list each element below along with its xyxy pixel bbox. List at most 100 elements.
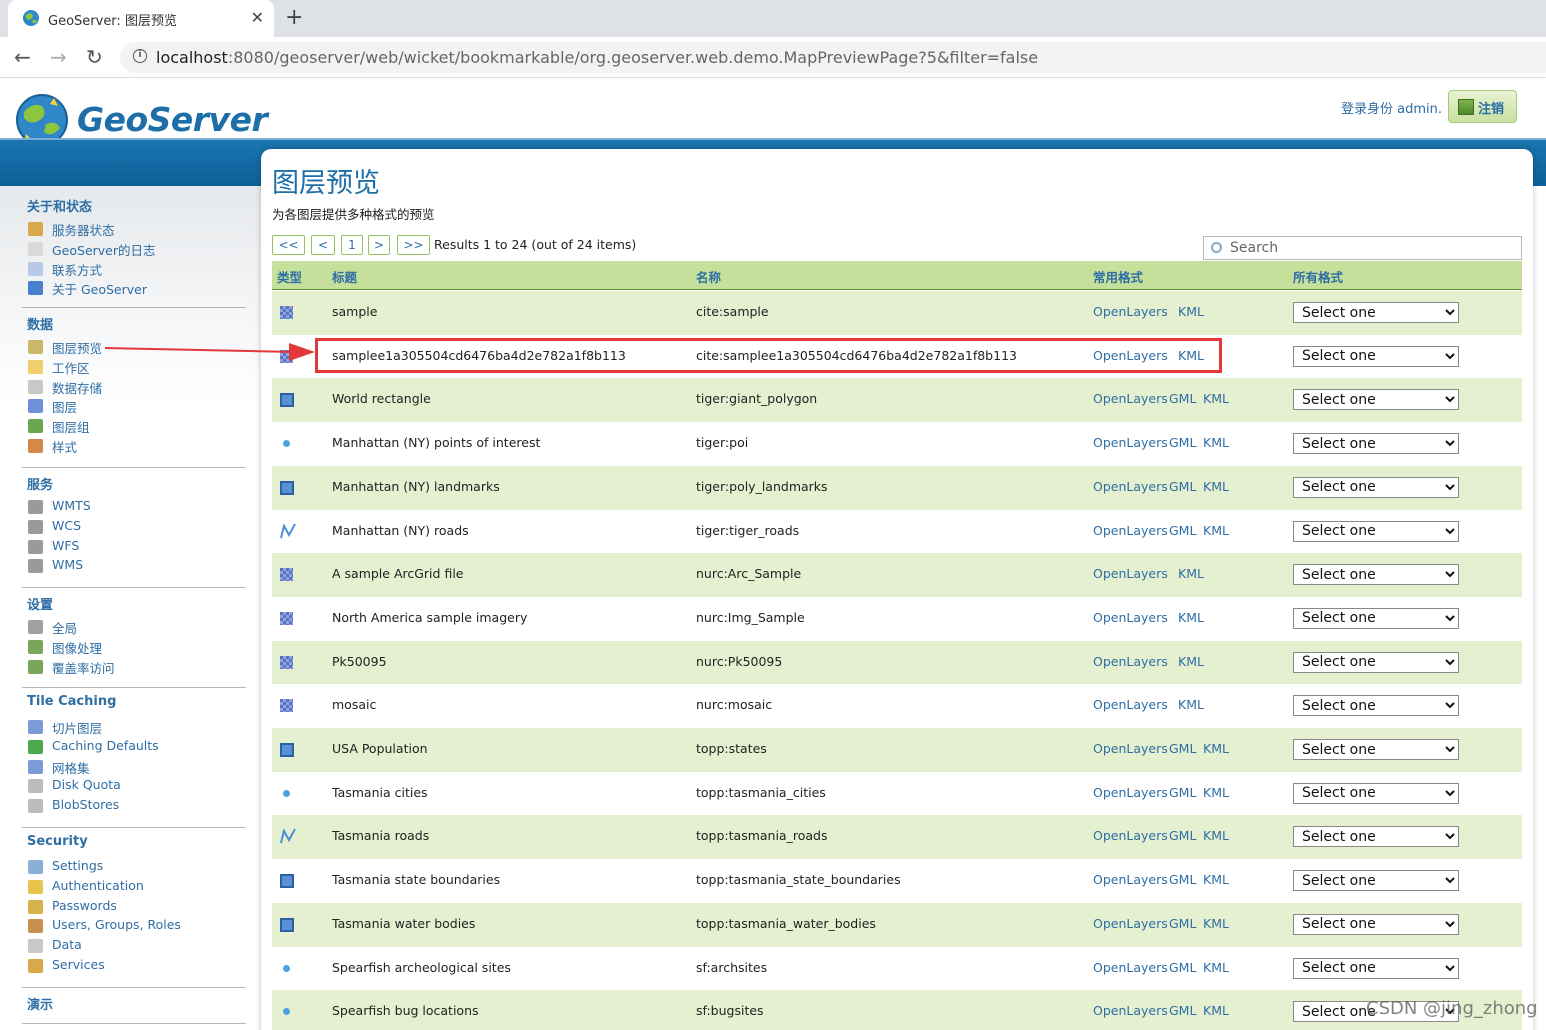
all-formats-select[interactable]: Select one xyxy=(1293,651,1459,673)
layer-title: mosaic xyxy=(332,697,377,713)
format-link-openlayers[interactable]: OpenLayers xyxy=(1093,697,1168,712)
all-formats-select[interactable]: Select one xyxy=(1293,520,1459,542)
format-link-openlayers[interactable]: OpenLayers xyxy=(1093,828,1168,843)
wmts-icon xyxy=(28,500,43,514)
image-processing-icon xyxy=(28,639,43,654)
all-formats-select[interactable]: Select one xyxy=(1293,476,1459,498)
reload-icon[interactable]: ↻ xyxy=(86,45,103,69)
all-formats-select[interactable]: Select one xyxy=(1293,695,1459,717)
sidebar-item-label: WMTS xyxy=(52,498,91,513)
polygon-layer-icon xyxy=(280,743,294,757)
format-link-kml[interactable]: KML xyxy=(1178,304,1204,319)
format-link-gml[interactable]: GML xyxy=(1169,1003,1196,1018)
format-link-gml[interactable]: GML xyxy=(1169,828,1196,843)
all-formats-select[interactable]: Select one xyxy=(1293,739,1459,760)
format-link-openlayers[interactable]: OpenLayers xyxy=(1093,654,1168,669)
all-formats-select[interactable]: Select one xyxy=(1293,826,1459,848)
format-link-kml[interactable]: KML xyxy=(1203,741,1229,756)
all-formats-select[interactable]: Select one xyxy=(1293,564,1459,586)
layer-title: Spearfish archeological sites xyxy=(332,959,511,975)
format-link-kml[interactable]: KML xyxy=(1178,566,1204,581)
format-link-kml[interactable]: KML xyxy=(1203,435,1229,450)
format-link-gml[interactable]: GML xyxy=(1169,479,1196,494)
address-bar[interactable]: i localhost:8080/geoserver/web/wicket/bo… xyxy=(120,42,1546,73)
format-link-openlayers[interactable]: OpenLayers xyxy=(1093,960,1168,975)
close-tab-icon[interactable]: ✕ xyxy=(251,8,264,27)
site-info-icon[interactable]: i xyxy=(133,49,147,63)
col-name[interactable]: 名称 xyxy=(696,267,721,286)
all-formats-select[interactable]: Select one xyxy=(1293,345,1459,367)
format-link-openlayers[interactable]: OpenLayers xyxy=(1093,479,1168,494)
sidebar-section-title: 关于和状态 xyxy=(27,200,93,215)
browser-tab[interactable]: GeoServer: 图层预览 ✕ xyxy=(8,0,274,37)
logout-icon xyxy=(1458,99,1474,115)
all-formats-select[interactable]: Select one xyxy=(1293,957,1459,979)
format-link-gml[interactable]: GML xyxy=(1169,391,1196,406)
all-formats-select[interactable]: Select one xyxy=(1293,607,1459,629)
search-input[interactable] xyxy=(1230,239,1510,257)
format-link-gml[interactable]: GML xyxy=(1169,785,1196,800)
about-icon xyxy=(28,281,43,296)
format-link-openlayers[interactable]: OpenLayers xyxy=(1093,785,1168,800)
sidebar-item-label: Data xyxy=(52,937,82,953)
format-link-kml[interactable]: KML xyxy=(1203,1003,1229,1018)
format-link-openlayers[interactable]: OpenLayers xyxy=(1093,916,1168,931)
format-link-kml[interactable]: KML xyxy=(1178,654,1204,669)
next-page-button[interactable]: > xyxy=(368,235,390,255)
sidebar-item-label: Caching Defaults xyxy=(52,737,159,753)
format-link-gml[interactable]: GML xyxy=(1169,916,1196,931)
format-link-kml[interactable]: KML xyxy=(1203,916,1229,931)
page-description: 为各图层提供多种格式的预览 xyxy=(272,207,435,222)
format-link-kml[interactable]: KML xyxy=(1178,610,1204,625)
format-link-kml[interactable]: KML xyxy=(1203,960,1229,975)
format-link-openlayers[interactable]: OpenLayers xyxy=(1093,872,1168,887)
col-type[interactable]: 类型 xyxy=(277,267,302,286)
format-link-kml[interactable]: KML xyxy=(1178,697,1204,712)
sidebar-item-label: 关于 GeoServer xyxy=(52,282,147,298)
new-tab-icon[interactable]: + xyxy=(285,5,303,30)
format-link-gml[interactable]: GML xyxy=(1169,960,1196,975)
col-title[interactable]: 标题 xyxy=(332,267,357,286)
page-title: 图层预览 xyxy=(272,168,380,199)
format-link-kml[interactable]: KML xyxy=(1203,785,1229,800)
format-link-gml[interactable]: GML xyxy=(1169,872,1196,887)
format-link-openlayers[interactable]: OpenLayers xyxy=(1093,523,1168,538)
format-link-openlayers[interactable]: OpenLayers xyxy=(1093,566,1168,581)
last-page-button[interactable]: >> xyxy=(397,235,430,255)
format-link-kml[interactable]: KML xyxy=(1203,828,1229,843)
all-formats-select[interactable]: Select one xyxy=(1293,433,1459,455)
format-link-kml[interactable]: KML xyxy=(1203,479,1229,494)
format-link-kml[interactable]: KML xyxy=(1203,872,1229,887)
format-link-kml[interactable]: KML xyxy=(1203,523,1229,538)
back-icon[interactable]: ← xyxy=(14,45,31,69)
all-formats-select[interactable]: Select one xyxy=(1293,782,1459,804)
format-link-openlayers[interactable]: OpenLayers xyxy=(1093,741,1168,756)
all-formats-select[interactable]: Select one xyxy=(1293,870,1459,892)
all-formats-select[interactable]: Select one xyxy=(1293,913,1459,935)
all-formats-select[interactable]: Select one xyxy=(1293,389,1459,411)
page-1-button[interactable]: 1 xyxy=(341,235,363,255)
format-link-gml[interactable]: GML xyxy=(1169,435,1196,450)
sidebar-item-label: 联系方式 xyxy=(52,262,103,278)
format-link-openlayers[interactable]: OpenLayers xyxy=(1093,304,1168,319)
format-link-openlayers[interactable]: OpenLayers xyxy=(1093,391,1168,406)
point-layer-icon xyxy=(283,440,290,448)
format-link-openlayers[interactable]: OpenLayers xyxy=(1093,610,1168,625)
geoserver-logo-text[interactable]: GeoServer xyxy=(77,100,268,139)
prev-page-button[interactable]: < xyxy=(311,235,335,255)
sidebar-item-label: 网格集 xyxy=(52,760,90,776)
annotation-arrow-icon xyxy=(105,343,315,361)
format-link-openlayers[interactable]: OpenLayers xyxy=(1093,1003,1168,1018)
layer-name: topp:tasmania_cities xyxy=(696,784,826,800)
format-link-kml[interactable]: KML xyxy=(1203,391,1229,406)
sidebar-item-label: 服务器状态 xyxy=(52,223,115,238)
logout-button[interactable]: 注销 xyxy=(1448,90,1517,123)
first-page-button[interactable]: << xyxy=(272,235,305,255)
sidebar-item-label: Settings xyxy=(52,858,104,873)
format-link-openlayers[interactable]: OpenLayers xyxy=(1093,435,1168,450)
forward-icon[interactable]: → xyxy=(50,45,67,69)
all-formats-select[interactable]: Select one xyxy=(1293,302,1459,323)
format-link-gml[interactable]: GML xyxy=(1169,523,1196,538)
search-box[interactable] xyxy=(1203,236,1522,260)
format-link-gml[interactable]: GML xyxy=(1169,741,1196,756)
